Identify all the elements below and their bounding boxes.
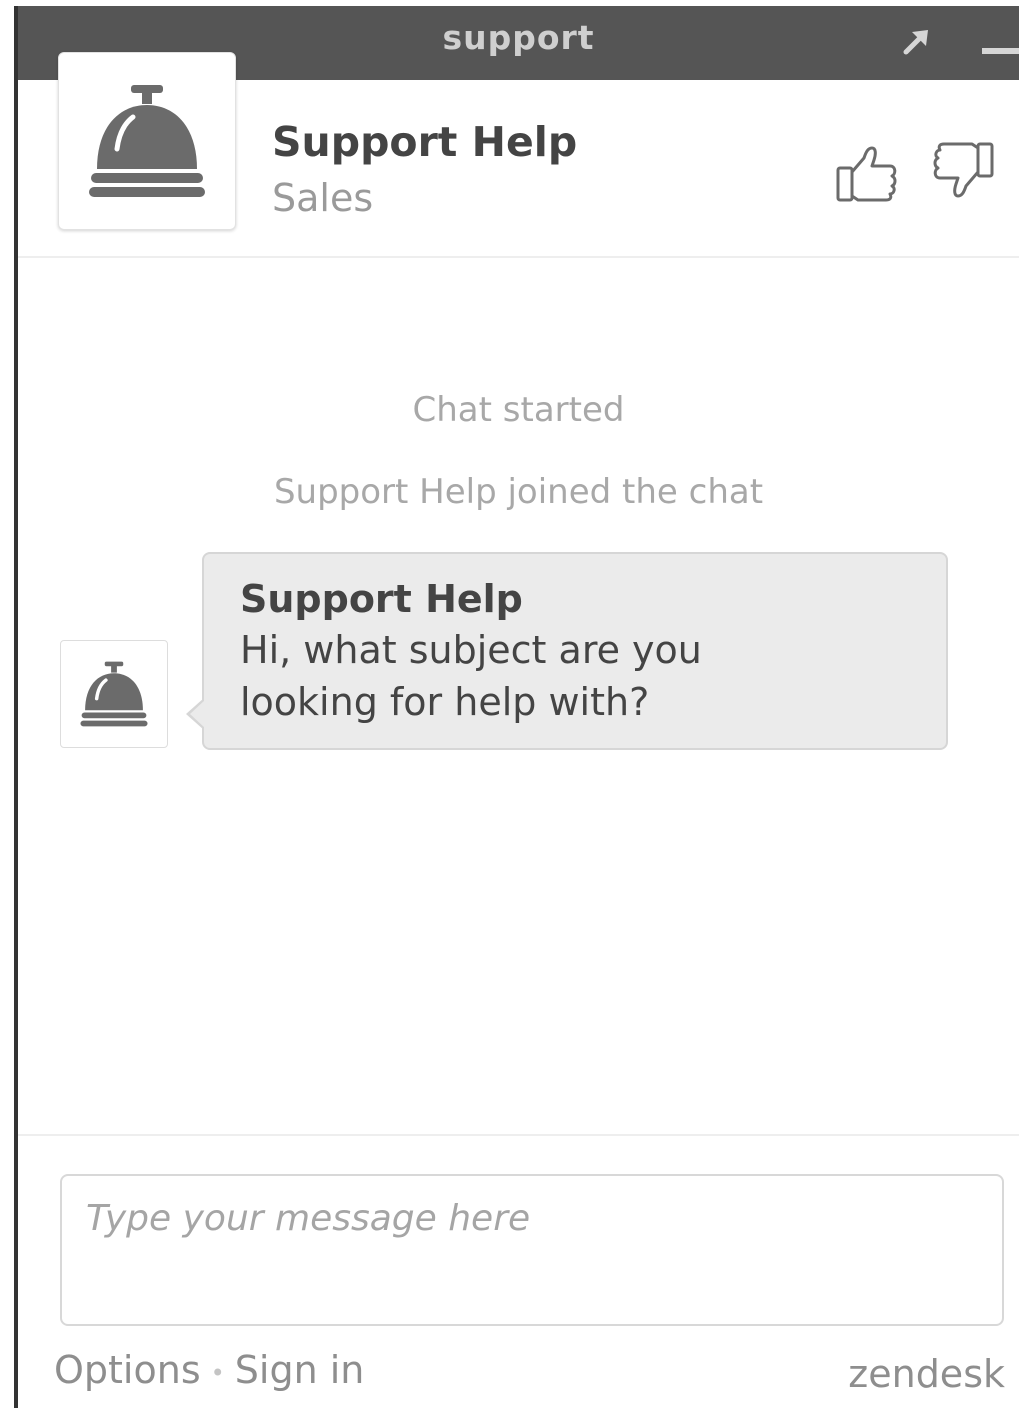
rate-bad-button[interactable] — [930, 140, 996, 200]
chat-window: support Support Help Sales Chat started … — [14, 6, 1019, 1408]
service-bell-icon — [89, 85, 205, 197]
agent-avatar — [58, 52, 236, 230]
chat-footer: Options • Sign in zendesk — [18, 1134, 1019, 1408]
chat-log[interactable]: Chat started Support Help joined the cha… — [18, 258, 1019, 1136]
footer-links: Options • Sign in — [54, 1348, 364, 1392]
sign-in-link[interactable]: Sign in — [235, 1348, 365, 1392]
service-bell-icon — [80, 661, 148, 727]
thumbs-down-icon — [933, 142, 994, 198]
system-message-agent-joined: Support Help joined the chat — [273, 472, 764, 512]
options-link[interactable]: Options — [54, 1348, 201, 1392]
message-text-line-2: looking for help with? — [240, 680, 650, 724]
minimize-button[interactable] — [978, 24, 1019, 60]
system-message-chat-started: Chat started — [412, 390, 625, 430]
bubble-tail-fill — [190, 700, 205, 728]
link-separator: • — [210, 1358, 225, 1387]
message-sender: Support Help — [240, 577, 523, 621]
popout-button[interactable] — [898, 24, 934, 60]
brand-logo[interactable]: zendesk — [848, 1352, 1005, 1396]
thumbs-up-icon — [836, 146, 897, 202]
agent-department: Sales — [272, 176, 374, 220]
rate-good-button[interactable] — [834, 144, 900, 204]
agent-name: Support Help — [272, 118, 578, 166]
popout-arrow-icon — [903, 30, 928, 55]
minimize-icon — [982, 48, 1019, 54]
message-input[interactable] — [60, 1174, 1004, 1326]
message-avatar — [60, 640, 168, 748]
agent-message-bubble: Support Help Hi, what subject are you lo… — [202, 552, 948, 750]
message-text-line-1: Hi, what subject are you — [240, 628, 702, 672]
chat-header: Support Help Sales — [18, 52, 1019, 258]
